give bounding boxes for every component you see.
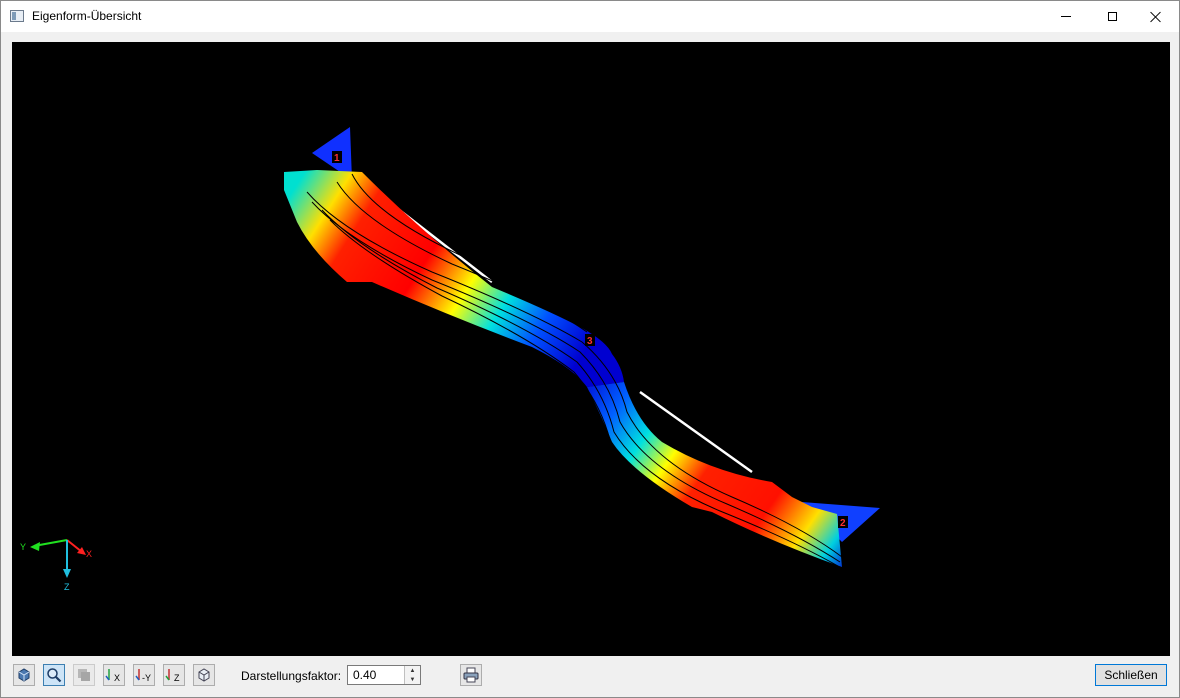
render-mode-button[interactable] [73, 664, 95, 686]
axis-triad: Y X Z [20, 539, 92, 592]
isometric-icon [198, 668, 210, 682]
print-graphic-button[interactable] [13, 664, 35, 686]
view-minus-y-icon: -Y [135, 669, 151, 683]
title-bar: Eigenform-Übersicht [1, 1, 1179, 32]
maximize-icon [1107, 12, 1117, 21]
svg-text:Z: Z [174, 673, 180, 683]
svg-text:-Y: -Y [142, 673, 151, 683]
axis-z-label: Z [64, 582, 70, 592]
printer-icon [463, 667, 479, 683]
close-button[interactable]: Schließen [1095, 664, 1167, 686]
model-viewport[interactable]: 1 3 2 Y X Z [12, 42, 1170, 656]
view-minus-y-button[interactable]: -Y [133, 664, 155, 686]
view-x-icon: X [105, 669, 120, 683]
deck-segment-lower [587, 382, 842, 567]
view-z-button[interactable]: Z [163, 664, 185, 686]
box-view-icon [18, 668, 30, 682]
display-factor-input[interactable] [348, 666, 409, 684]
window-title: Eigenform-Übersicht [32, 9, 142, 23]
print-button[interactable] [460, 664, 482, 686]
display-factor-label: Darstellungsfaktor: [241, 669, 342, 683]
isometric-view-button[interactable] [193, 664, 215, 686]
close-icon [1150, 11, 1162, 23]
eigenform-window: Eigenform-Übersicht 1 3 2 Y X Z X -Y Z D… [0, 0, 1180, 698]
magnifier-icon [47, 668, 62, 683]
display-factor-stepper[interactable]: ▲ ▼ [347, 665, 421, 685]
bottom-toolbar: X -Y Z Darstellungsfaktor: ▲ ▼ Schließen [1, 661, 1179, 691]
mode-shape-graphic: 1 3 2 Y X Z [20, 127, 880, 592]
maximize-button[interactable] [1089, 1, 1135, 32]
node-2-label: 2 [840, 518, 846, 529]
view-z-icon: Z [165, 669, 180, 683]
close-window-button[interactable] [1133, 1, 1179, 32]
node-1-label: 1 [334, 153, 340, 164]
svg-text:X: X [114, 673, 120, 683]
spin-down-icon: ▼ [409, 676, 416, 683]
axis-y-label: Y [20, 542, 26, 552]
deck-segment-upper [284, 170, 624, 387]
window-app-icon [10, 10, 24, 22]
axis-x-label: X [86, 549, 92, 559]
zoom-button[interactable] [43, 664, 65, 686]
view-x-button[interactable]: X [103, 664, 125, 686]
node-3-label: 3 [587, 336, 593, 347]
spin-down-button[interactable]: ▼ [404, 675, 420, 684]
spin-up-icon: ▲ [409, 667, 416, 674]
solid-render-icon [78, 669, 90, 681]
minimize-icon [1061, 16, 1071, 17]
minimize-button[interactable] [1043, 1, 1089, 32]
